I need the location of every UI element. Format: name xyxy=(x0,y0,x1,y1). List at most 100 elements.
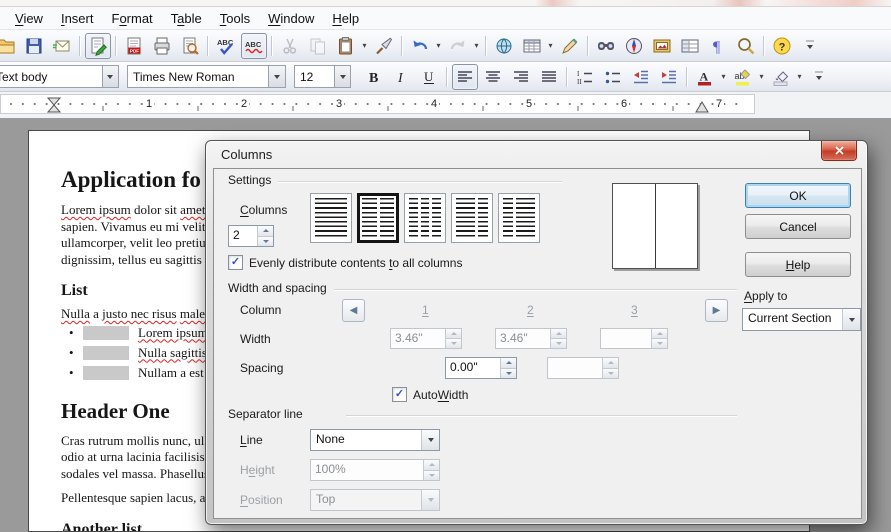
dropdown-arrow-icon[interactable] xyxy=(102,66,118,87)
preset-three-columns[interactable] xyxy=(404,193,446,243)
dropdown-arrow-icon[interactable] xyxy=(268,66,285,87)
checkbox-icon[interactable]: ✓ xyxy=(228,255,243,270)
dropdown-arrow-icon[interactable] xyxy=(334,66,350,87)
undo-button[interactable] xyxy=(407,33,433,59)
help-button[interactable]: Help xyxy=(745,252,851,277)
menu-format[interactable]: Format xyxy=(102,9,161,28)
bullet-list-button[interactable] xyxy=(600,64,626,90)
insert-hyperlink-button[interactable] xyxy=(491,33,517,59)
align-left-button[interactable] xyxy=(452,64,478,90)
navigator-button[interactable] xyxy=(621,33,647,59)
previous-column-button[interactable]: ◀ xyxy=(342,299,365,322)
indent-marker-left-icon[interactable] xyxy=(47,97,61,113)
preset-left-weighted[interactable] xyxy=(451,193,493,243)
line-style-dropdown[interactable]: None xyxy=(310,429,440,451)
align-right-button[interactable] xyxy=(508,64,534,90)
italic-button[interactable]: I xyxy=(388,64,414,90)
autowidth-checkbox[interactable]: ✓ AutoWidth xyxy=(392,387,468,402)
paragraph-style-combo[interactable]: Text body xyxy=(0,65,119,88)
copy-button xyxy=(305,33,331,59)
close-button[interactable] xyxy=(821,141,857,161)
zoom-button[interactable] xyxy=(733,33,759,59)
preset-two-columns[interactable] xyxy=(357,193,399,243)
menu-table[interactable]: Table xyxy=(162,9,211,28)
svg-text:B: B xyxy=(369,71,378,86)
checkbox-icon[interactable]: ✓ xyxy=(392,387,407,402)
columns-count-value[interactable]: 2 xyxy=(229,226,257,246)
decrease-indent-button[interactable] xyxy=(628,64,654,90)
ok-button[interactable]: OK xyxy=(745,183,851,208)
font-name-combo[interactable]: Times New Roman xyxy=(127,65,286,88)
menu-tools[interactable]: Tools xyxy=(211,9,259,28)
gallery-button[interactable] xyxy=(649,33,675,59)
print-preview-button[interactable] xyxy=(177,33,203,59)
export-pdf-button[interactable]: PDF xyxy=(121,33,147,59)
spacing-value-1[interactable]: 0.00" xyxy=(446,358,500,378)
formatting-marks-button[interactable]: ¶ xyxy=(705,33,731,59)
paragraph-style-value[interactable]: Text body xyxy=(0,70,102,84)
toolbar-more-button[interactable] xyxy=(797,33,823,59)
font-color-dropdown-arrow[interactable]: ▾ xyxy=(719,65,728,89)
apply-to-value[interactable]: Current Section xyxy=(743,309,842,330)
toolbar-separator xyxy=(115,36,117,56)
send-email-button[interactable] xyxy=(49,33,75,59)
edit-mode-button[interactable] xyxy=(85,33,111,59)
highlighting-dropdown-arrow[interactable]: ▾ xyxy=(757,65,766,89)
toolbar-more-button[interactable] xyxy=(806,64,832,90)
clone-formatting-button[interactable] xyxy=(371,33,397,59)
columns-count-spinner[interactable]: 2 xyxy=(228,225,274,247)
menu-help[interactable]: Help xyxy=(323,9,368,28)
spelling-button[interactable]: ABC xyxy=(213,33,239,59)
font-size-combo[interactable]: 12 xyxy=(294,65,351,88)
highlighting-button[interactable]: ab xyxy=(730,64,756,90)
dialog-titlebar[interactable]: Columns xyxy=(206,141,867,168)
align-center-button[interactable] xyxy=(480,64,506,90)
evenly-distribute-checkbox[interactable]: ✓ Evenly distribute contents to all colu… xyxy=(228,255,462,270)
save-button[interactable] xyxy=(21,33,47,59)
dropdown-arrow-icon[interactable] xyxy=(421,430,439,450)
apply-to-dropdown[interactable]: Current Section xyxy=(742,308,861,331)
increase-indent-button[interactable] xyxy=(656,64,682,90)
spin-up-icon[interactable] xyxy=(258,226,273,236)
find-and-replace-button[interactable] xyxy=(593,33,619,59)
numbered-list-button[interactable]: III xyxy=(572,64,598,90)
print-button[interactable] xyxy=(149,33,175,59)
insert-table-button[interactable] xyxy=(519,33,545,59)
bold-button[interactable]: B xyxy=(360,64,386,90)
font-size-value[interactable]: 12 xyxy=(295,70,334,84)
help-button[interactable]: ? xyxy=(769,33,795,59)
preset-right-weighted[interactable] xyxy=(498,193,540,243)
line-style-value[interactable]: None xyxy=(311,430,421,450)
cancel-button[interactable]: Cancel xyxy=(745,214,851,239)
font-color-button[interactable]: A xyxy=(692,64,718,90)
indent-marker-right-icon[interactable] xyxy=(695,101,709,113)
spin-up-icon[interactable] xyxy=(501,358,516,368)
undo-dropdown-arrow[interactable]: ▾ xyxy=(434,34,443,58)
show-draw-functions-button[interactable] xyxy=(557,33,583,59)
spin-down-icon[interactable] xyxy=(258,236,273,247)
application-window: View Insert Format Table Tools Window He… xyxy=(0,0,891,532)
preset-one-column[interactable] xyxy=(310,193,352,243)
background-color-button[interactable] xyxy=(768,64,794,90)
open-button[interactable] xyxy=(0,33,19,59)
menu-window[interactable]: Window xyxy=(259,9,323,28)
background-color-dropdown-arrow[interactable]: ▾ xyxy=(795,65,804,89)
menu-view[interactable]: View xyxy=(6,9,52,28)
paste-button[interactable] xyxy=(333,33,359,59)
underline-button[interactable]: U xyxy=(416,64,442,90)
dropdown-arrow-icon[interactable] xyxy=(842,309,860,330)
align-justify-button[interactable] xyxy=(536,64,562,90)
spin-down-icon[interactable] xyxy=(501,368,516,379)
spacing-field-1[interactable]: 0.00" xyxy=(445,357,517,379)
next-column-button[interactable]: ▶ xyxy=(705,299,728,322)
font-name-value[interactable]: Times New Roman xyxy=(128,70,268,84)
dropdown-arrow-icon xyxy=(421,490,439,510)
redo-dropdown-arrow[interactable]: ▾ xyxy=(472,34,481,58)
spinner-buttons[interactable] xyxy=(257,226,273,246)
insert-table-dropdown-arrow[interactable]: ▾ xyxy=(546,34,555,58)
horizontal-ruler[interactable]: 1234567 xyxy=(0,92,891,119)
menu-insert[interactable]: Insert xyxy=(52,9,103,28)
auto-spellcheck-button[interactable]: ABC xyxy=(241,33,267,59)
paste-dropdown-arrow[interactable]: ▾ xyxy=(360,34,369,58)
data-sources-button[interactable] xyxy=(677,33,703,59)
